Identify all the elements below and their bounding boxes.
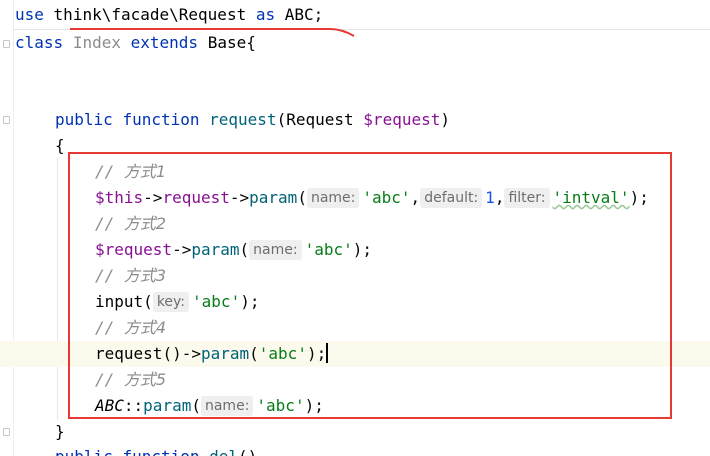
keyword: function [122,110,200,129]
keyword: extends [130,33,199,52]
code-editor[interactable]: use think\facade\Request as ABC; class I… [0,0,710,456]
red-highlight-box [68,152,672,419]
code-line-close-brace[interactable]: } [0,419,710,445]
class-name: Index [72,33,121,52]
keyword: class [15,33,64,52]
keyword: public [55,110,113,129]
code-line-signature[interactable]: public function request(Request $request… [0,107,710,133]
param-variable: $request [363,110,441,129]
code-line-class[interactable]: class Index extends Base{ [0,30,710,56]
base-class-name: Base [207,33,247,52]
code-line-next-function[interactable]: public function del() [0,444,710,456]
param-type: Request [286,110,354,129]
function-name: request [209,110,277,129]
